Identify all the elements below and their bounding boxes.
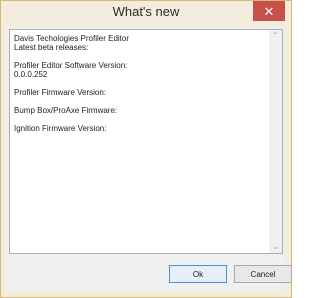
scroll-up-icon[interactable]: ⌃	[269, 30, 282, 42]
dialog-body: Davis Techologies Profiler Editor Latest…	[7, 27, 292, 291]
release-notes-text: Davis Techologies Profiler Editor Latest…	[14, 34, 130, 133]
title-bar[interactable]: What's new ✕	[1, 1, 291, 25]
release-notes-textbox[interactable]: Davis Techologies Profiler Editor Latest…	[9, 29, 283, 254]
close-button[interactable]: ✕	[253, 1, 285, 21]
vertical-scrollbar[interactable]: ⌃ ⌄	[269, 30, 282, 253]
cancel-button[interactable]: Cancel	[234, 265, 292, 283]
close-icon: ✕	[263, 3, 275, 19]
ok-button[interactable]: Ok	[169, 265, 227, 283]
window-title: What's new	[112, 4, 180, 19]
dialog-window: What's new ✕ Davis Techologies Profiler …	[0, 0, 292, 298]
scroll-down-icon[interactable]: ⌄	[269, 241, 282, 253]
